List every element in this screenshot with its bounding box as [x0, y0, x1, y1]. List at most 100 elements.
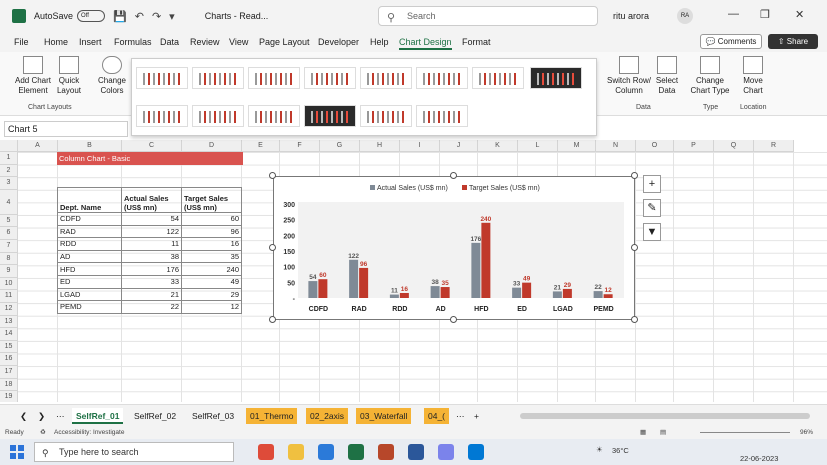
menu-data[interactable]: Data: [160, 37, 179, 47]
table-cell[interactable]: 12: [181, 300, 242, 314]
add-sheet-icon[interactable]: +: [470, 408, 483, 424]
sheet-tab-04[interactable]: 04_(: [424, 408, 450, 424]
more-sheets-icon[interactable]: ⋯: [452, 408, 469, 424]
menu-chart-design[interactable]: Chart Design: [399, 37, 452, 50]
column-header[interactable]: P: [674, 140, 714, 152]
row-header[interactable]: 5: [0, 214, 18, 228]
taskbar-search-input[interactable]: ⚲ Type here to search: [34, 442, 234, 462]
column-header[interactable]: L: [518, 140, 558, 152]
column-header[interactable]: D: [182, 140, 242, 152]
row-header[interactable]: 15: [0, 340, 18, 354]
table-cell[interactable]: 33: [121, 274, 182, 289]
resize-handle[interactable]: [450, 316, 457, 323]
horizontal-scrollbar[interactable]: [520, 413, 810, 419]
resize-handle[interactable]: [631, 316, 638, 323]
chart-style-1[interactable]: [136, 67, 188, 89]
menu-review[interactable]: Review: [190, 37, 220, 47]
resize-handle[interactable]: [631, 172, 638, 179]
column-header[interactable]: M: [558, 140, 596, 152]
table-cell[interactable]: 21: [121, 287, 182, 302]
table-cell[interactable]: RDD: [57, 237, 122, 251]
excel-taskbar-icon[interactable]: [348, 444, 364, 460]
share-button[interactable]: ⇧ Share: [768, 34, 818, 49]
row-header[interactable]: 8: [0, 252, 18, 266]
table-cell[interactable]: 49: [181, 274, 242, 289]
resize-handle[interactable]: [631, 244, 638, 251]
quick-layout-button[interactable]: Quick Layout: [54, 56, 84, 96]
table-cell[interactable]: 60: [181, 212, 242, 226]
chart-style-14[interactable]: [416, 105, 468, 127]
zoom-slider[interactable]: [700, 432, 790, 433]
more-sheets-icon[interactable]: ⋯: [52, 408, 69, 424]
table-cell[interactable]: 35: [181, 249, 242, 264]
switch-row-column-button[interactable]: Switch Row/ Column: [606, 56, 652, 96]
chrome-app-icon[interactable]: [258, 444, 274, 460]
weather-sun-icon[interactable]: ☀: [596, 445, 603, 454]
table-cell[interactable]: RAD: [57, 224, 122, 239]
table-header[interactable]: Dept. Name: [57, 187, 122, 213]
row-header[interactable]: 7: [0, 240, 18, 253]
column-header[interactable]: C: [122, 140, 182, 152]
menu-page-layout[interactable]: Page Layout: [259, 37, 310, 47]
column-header[interactable]: F: [280, 140, 320, 152]
chart-filter-icon[interactable]: ▼: [643, 223, 661, 241]
chart-style-8[interactable]: [530, 67, 582, 89]
row-header[interactable]: 19: [0, 391, 18, 402]
menu-developer[interactable]: Developer: [318, 37, 359, 47]
chart-style-11[interactable]: [248, 105, 300, 127]
table-cell[interactable]: 29: [181, 287, 242, 302]
row-header[interactable]: 18: [0, 378, 18, 392]
table-cell[interactable]: 22: [121, 300, 182, 314]
close-icon[interactable]: ✕: [795, 8, 804, 21]
table-cell[interactable]: 96: [181, 224, 242, 239]
column-header[interactable]: I: [400, 140, 440, 152]
system-date[interactable]: 22-06-2023: [740, 454, 778, 463]
row-header[interactable]: 14: [0, 328, 18, 341]
column-header[interactable]: N: [596, 140, 636, 152]
sheet-tab-selfref-02[interactable]: SelfRef_02: [130, 408, 180, 424]
table-cell[interactable]: 38: [121, 249, 182, 264]
table-cell[interactable]: 11: [121, 237, 182, 251]
sheet-tab-thermo[interactable]: 01_Thermo: [246, 408, 298, 424]
row-header[interactable]: 12: [0, 303, 18, 316]
temperature[interactable]: 36°C: [612, 446, 629, 455]
row-header[interactable]: 6: [0, 227, 18, 240]
column-header[interactable]: R: [754, 140, 794, 152]
table-cell[interactable]: 240: [181, 262, 242, 276]
row-header[interactable]: 11: [0, 290, 18, 303]
row-header[interactable]: 1: [0, 152, 18, 165]
menu-insert[interactable]: Insert: [79, 37, 102, 47]
chart-style-6[interactable]: [416, 67, 468, 89]
menu-formulas[interactable]: Formulas: [114, 37, 152, 47]
table-cell[interactable]: 54: [121, 212, 182, 226]
windows-start-icon[interactable]: [10, 445, 24, 459]
chart-style-13[interactable]: [360, 105, 412, 127]
table-header[interactable]: Target Sales (US$ mn): [181, 187, 242, 213]
column-header[interactable]: O: [636, 140, 674, 152]
chart-style-5[interactable]: [360, 67, 412, 89]
menu-file[interactable]: File: [14, 37, 29, 47]
resize-handle[interactable]: [450, 172, 457, 179]
next-sheet-icon[interactable]: ❯: [34, 408, 49, 424]
select-data-button[interactable]: Select Data: [652, 56, 682, 96]
resize-handle[interactable]: [269, 172, 276, 179]
redo-icon[interactable]: ↷: [152, 10, 161, 23]
customize-quick-access-icon[interactable]: ▾: [169, 10, 175, 23]
chart-style-3[interactable]: [248, 67, 300, 89]
table-cell[interactable]: CDFD: [57, 212, 122, 226]
save-icon[interactable]: 💾: [113, 10, 127, 23]
column-header[interactable]: A: [18, 140, 58, 152]
row-header[interactable]: 2: [0, 164, 18, 178]
name-box[interactable]: Chart 5: [4, 121, 128, 137]
outlook-taskbar-icon[interactable]: [468, 444, 484, 460]
sheet-tab-selfref-03[interactable]: SelfRef_03: [188, 408, 238, 424]
resize-handle[interactable]: [269, 244, 276, 251]
table-cell[interactable]: 122: [121, 224, 182, 239]
select-all-corner[interactable]: [0, 140, 18, 152]
column-header[interactable]: B: [58, 140, 122, 152]
column-header[interactable]: K: [478, 140, 518, 152]
sheet-tab-selfref-01[interactable]: SelfRef_01: [72, 408, 124, 424]
search-input[interactable]: ⚲ Search: [378, 6, 598, 26]
column-header[interactable]: Q: [714, 140, 754, 152]
chart-style-7[interactable]: [472, 67, 524, 89]
